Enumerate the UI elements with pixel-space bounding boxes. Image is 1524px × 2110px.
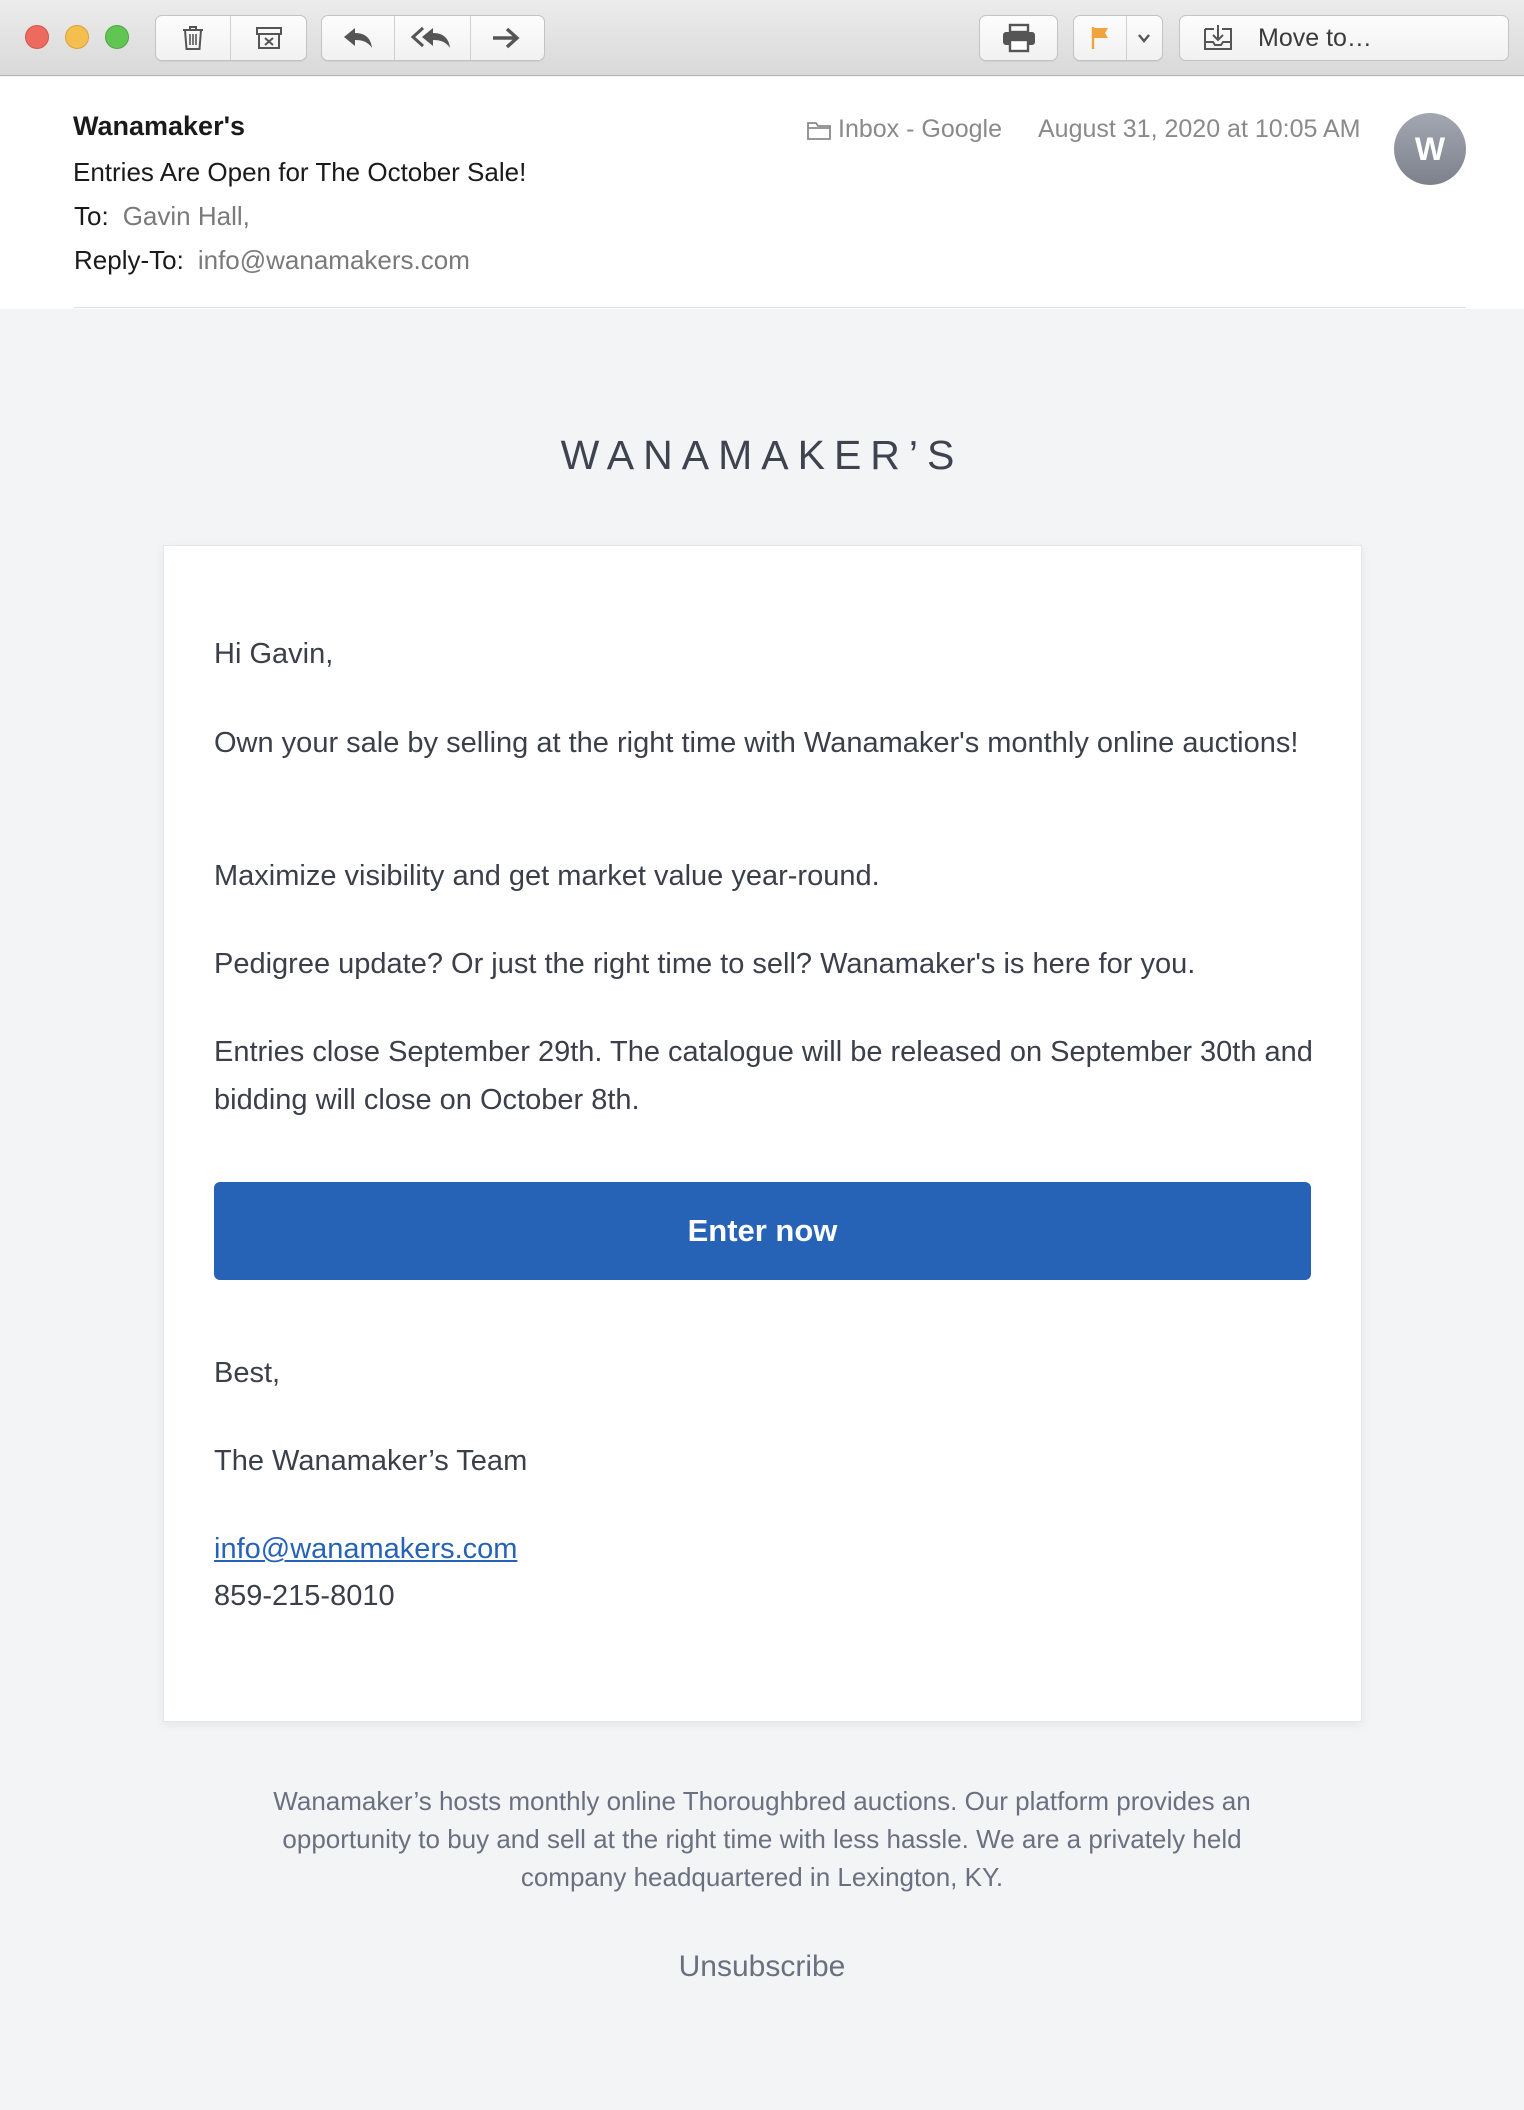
- flag-icon: [1091, 27, 1108, 49]
- reply-icon: [344, 28, 373, 48]
- enter-now-button[interactable]: Enter now: [214, 1182, 1311, 1280]
- forward-button[interactable]: [471, 16, 544, 60]
- move-to-button[interactable]: Move to…: [1179, 15, 1509, 61]
- paragraph-pedigree: Pedigree update? Or just the right time …: [214, 948, 1196, 980]
- brand-logo: WANAMAKER’S: [560, 432, 964, 478]
- reply-forward-group: [321, 15, 545, 61]
- delete-button[interactable]: [156, 16, 231, 60]
- signoff: Best,: [214, 1357, 281, 1389]
- contact-email-row: info@wanamakers.com: [214, 1525, 1314, 1573]
- paragraph-intro: Own your sale by selling at the right ti…: [214, 727, 1299, 759]
- unsubscribe-link[interactable]: Unsubscribe: [0, 1950, 1524, 1984]
- message-date: August 31, 2020 at 10:05 AM: [1038, 115, 1361, 143]
- archive-icon: [255, 27, 282, 49]
- zoom-window-button[interactable]: [105, 25, 129, 49]
- delete-archive-group: [155, 15, 307, 61]
- contact-phone: 859-215-8010: [214, 1580, 395, 1612]
- contact-email-link[interactable]: info@wanamakers.com: [214, 1533, 517, 1565]
- flag-group: [1073, 15, 1163, 61]
- move-to-icon: [1204, 25, 1232, 50]
- flag-menu-button[interactable]: [1127, 16, 1162, 60]
- print-group: [979, 15, 1058, 61]
- close-window-button[interactable]: [25, 25, 49, 49]
- print-button[interactable]: [980, 16, 1057, 60]
- paragraph-dates: Entries close September 29th. The catalo…: [214, 1036, 1313, 1116]
- mail-toolbar: Move to…: [0, 0, 1524, 76]
- print-icon: [1002, 23, 1035, 53]
- reply-button[interactable]: [322, 16, 396, 60]
- sender-name[interactable]: Wanamaker's: [73, 111, 245, 142]
- trash-icon: [183, 26, 203, 50]
- archive-button[interactable]: [231, 16, 306, 60]
- email-card: Hi Gavin, Own your sale by selling at th…: [163, 545, 1362, 1722]
- team-signature: The Wanamaker’s Team: [214, 1445, 528, 1477]
- subject-line: Entries Are Open for The October Sale!: [73, 157, 527, 187]
- reply-to-label: Reply-To:: [74, 245, 184, 275]
- company-description: Wanamaker’s hosts monthly online Thoroug…: [273, 1786, 1251, 1892]
- folder-icon: [807, 121, 831, 140]
- move-to-label: Move to…: [1258, 23, 1372, 52]
- reply-to-address[interactable]: info@wanamakers.com: [198, 245, 470, 275]
- minimize-window-button[interactable]: [65, 25, 89, 49]
- reply-all-button[interactable]: [395, 16, 471, 60]
- reply-to-row: Reply-To: info@wanamakers.com: [74, 245, 470, 276]
- to-label: To:: [74, 201, 109, 231]
- greeting: Hi Gavin,: [214, 638, 334, 670]
- paragraph-visibility: Maximize visibility and get market value…: [214, 860, 880, 892]
- sender-avatar: W: [1394, 113, 1466, 185]
- header-divider: [74, 307, 1466, 308]
- message-header: Wanamaker's Entries Are Open for The Oct…: [0, 77, 1524, 309]
- flag-button[interactable]: [1074, 16, 1127, 60]
- to-recipient[interactable]: Gavin Hall,: [123, 201, 250, 231]
- mailbox-indicator: Inbox - Google: [806, 115, 1002, 144]
- forward-icon: [493, 27, 520, 49]
- mailbox-name: Inbox - Google: [838, 115, 1002, 143]
- chevron-down-icon: [1138, 34, 1151, 43]
- to-row: To: Gavin Hall,: [74, 201, 250, 232]
- reply-all-icon: [410, 26, 450, 48]
